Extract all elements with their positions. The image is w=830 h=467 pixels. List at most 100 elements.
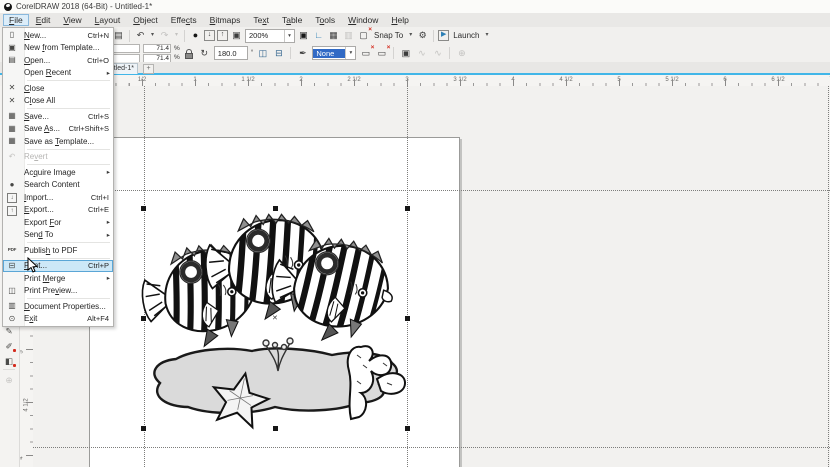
- ungroup-all-icon[interactable]: ▭ ×: [375, 44, 391, 60]
- fullscreen-preview-icon[interactable]: ▣: [297, 29, 310, 42]
- selection-handle-ne[interactable]: [405, 206, 410, 211]
- zoom-dropdown-icon[interactable]: ▾: [284, 29, 294, 42]
- menu-table[interactable]: Table: [276, 14, 308, 26]
- menu-item-label: Exit: [24, 314, 38, 324]
- guideline-horizontal-bottom[interactable]: [33, 447, 830, 448]
- coreldraw-logo-icon: [4, 2, 12, 11]
- print-merge-menu-item[interactable]: Print Merge ▸: [3, 272, 113, 285]
- launch-button[interactable]: Launch: [451, 31, 481, 40]
- menu-edit[interactable]: Edit: [30, 14, 57, 26]
- interactive-fill-tool-icon[interactable]: ⊕: [2, 374, 16, 387]
- selection-handle-nw[interactable]: [141, 206, 146, 211]
- selection-handle-se[interactable]: [405, 426, 410, 431]
- mirror-vertical-icon[interactable]: ⊟: [272, 47, 285, 60]
- weld-icon[interactable]: ⊕: [455, 47, 468, 60]
- import-menu-item[interactable]: ↓ Import... Ctrl+I: [3, 191, 113, 204]
- new-menu-item[interactable]: ▯ New... Ctrl+N: [3, 29, 113, 42]
- save-icon: ▦: [8, 111, 16, 121]
- h-ruler-label: 6 1/2: [771, 77, 785, 83]
- lock-ratio-icon[interactable]: [184, 48, 193, 59]
- undo-dropdown-icon[interactable]: ▾: [149, 29, 156, 42]
- show-rulers-icon[interactable]: ∟: [312, 29, 325, 42]
- menu-view[interactable]: View: [57, 14, 87, 26]
- ungroup-icon[interactable]: ▭ ×: [359, 44, 375, 60]
- snap-to-dropdown-icon[interactable]: ▾: [407, 29, 414, 42]
- menu-bitmaps[interactable]: Bitmaps: [204, 14, 247, 26]
- save-menu-item[interactable]: ▦ Save... Ctrl+S: [3, 110, 113, 123]
- mirror-horizontal-icon[interactable]: ◫: [256, 47, 269, 60]
- print-menu-item[interactable]: ⊟ Print... Ctrl+P: [3, 259, 113, 272]
- revert-menu-item[interactable]: ↶ Revert: [3, 151, 113, 164]
- send-to-menu-item[interactable]: Send To ▸: [3, 229, 113, 242]
- selection-handle-n[interactable]: [273, 206, 278, 211]
- scale-factor-fields[interactable]: 71.4 71.4: [143, 43, 171, 63]
- fill-tool-icon[interactable]: ◧: [2, 355, 16, 368]
- guideline-vertical-right[interactable]: [828, 86, 829, 467]
- open-recent-menu-item[interactable]: Open Recent ▸: [3, 67, 113, 80]
- close-menu-item[interactable]: ✕ Close: [3, 82, 113, 95]
- guideline-horizontal-top[interactable]: [33, 190, 830, 191]
- menu-item-label: Import...: [24, 192, 54, 202]
- selection-handle-e[interactable]: [405, 316, 410, 321]
- menu-file[interactable]: File: [3, 14, 29, 26]
- exit-menu-item[interactable]: ⊙ Exit Alt+F4: [3, 313, 113, 326]
- new-document-tab-button[interactable]: +: [143, 64, 154, 74]
- edit-fill-icon[interactable]: ▣: [399, 47, 412, 60]
- undo-icon[interactable]: ↶: [134, 29, 147, 42]
- menu-tools[interactable]: Tools: [309, 14, 341, 26]
- file-menu-popup: ▯ New... Ctrl+N ▣ New from Template... ▤ Open.…: [2, 27, 114, 327]
- object-size-fields[interactable]: [112, 43, 140, 63]
- coreldraw-window: CorelDRAW 2018 (64-Bit) - Untitled-1* Fi…: [0, 0, 830, 467]
- menu-text[interactable]: Text: [247, 14, 275, 26]
- document-properties-menu-item[interactable]: ▥ Document Properties...: [3, 300, 113, 313]
- save-as-template-menu-item[interactable]: ▦ Save as Template...: [3, 135, 113, 148]
- outline-width-combo[interactable]: None ▾: [312, 46, 357, 60]
- acquire-image-menu-item[interactable]: Acquire Image ▸: [3, 166, 113, 179]
- new-from-template-menu-item[interactable]: ▣ New from Template...: [3, 42, 113, 55]
- search-content-icon[interactable]: ●: [189, 29, 202, 42]
- redo-dropdown-icon[interactable]: ▾: [173, 29, 180, 42]
- menu-item-label: Acquire Image: [24, 167, 76, 177]
- redo-icon[interactable]: ↷: [158, 29, 171, 42]
- launch-dropdown-icon[interactable]: ▾: [483, 29, 490, 42]
- launch-icon[interactable]: ▶: [438, 30, 450, 41]
- open-menu-item[interactable]: ▤ Open... Ctrl+O: [3, 54, 113, 67]
- snap-to-button[interactable]: Snap To: [372, 31, 405, 40]
- selection-handle-sw[interactable]: [141, 426, 146, 431]
- import-icon: ↓: [3, 191, 21, 204]
- wrap-text-alt-icon[interactable]: ∿: [431, 47, 444, 60]
- tool-color-badge: [13, 364, 16, 367]
- selection-center-marker[interactable]: ✕: [272, 314, 278, 322]
- rotation-angle-value: 180.0: [217, 48, 237, 58]
- menu-object[interactable]: Object: [127, 14, 164, 26]
- search-content-menu-item[interactable]: ● Search Content: [3, 179, 113, 192]
- object-width-field[interactable]: [112, 43, 140, 53]
- outline-width-dropdown-icon[interactable]: ▾: [345, 47, 355, 59]
- h-ruler-label: 4 1/2: [559, 77, 573, 83]
- show-grid-icon[interactable]: ▦: [327, 29, 340, 42]
- menu-layout[interactable]: Layout: [89, 14, 127, 26]
- new-from-template-icon: ▣: [8, 42, 16, 52]
- selection-handle-w[interactable]: [141, 316, 146, 321]
- menu-window[interactable]: Window: [342, 14, 384, 26]
- options-gear-icon[interactable]: ⚙: [416, 29, 429, 42]
- print-preview-menu-item[interactable]: ◫ Print Preview...: [3, 285, 113, 298]
- scale-x-field[interactable]: 71.4: [143, 43, 171, 53]
- rotation-angle-field[interactable]: 180.0: [213, 46, 248, 60]
- export-for-menu-item[interactable]: Export For ▸: [3, 216, 113, 229]
- zoom-level-combo[interactable]: 200% ▾: [245, 28, 295, 43]
- publish-pdf-icon[interactable]: ▣: [230, 29, 243, 42]
- show-guidelines-icon[interactable]: ▥: [342, 29, 355, 42]
- snap-off-icon[interactable]: ▢ ×: [357, 26, 372, 42]
- selection-handle-s[interactable]: [273, 426, 278, 431]
- export-icon[interactable]: ↑: [217, 30, 228, 41]
- menu-effects[interactable]: Effects: [165, 14, 203, 26]
- wrap-text-icon[interactable]: ∿: [415, 47, 428, 60]
- import-icon[interactable]: ↓: [204, 30, 215, 41]
- eyedropper-tool-icon[interactable]: ✐: [2, 340, 16, 353]
- menu-help[interactable]: Help: [385, 14, 414, 26]
- publish-to-pdf-menu-item[interactable]: PDF Publish to PDF: [3, 244, 113, 257]
- save-as-menu-item[interactable]: ▦ Save As... Ctrl+Shift+S: [3, 123, 113, 136]
- close-all-menu-item[interactable]: ✕ Close All: [3, 95, 113, 108]
- export-menu-item[interactable]: ↑ Export... Ctrl+E: [3, 204, 113, 217]
